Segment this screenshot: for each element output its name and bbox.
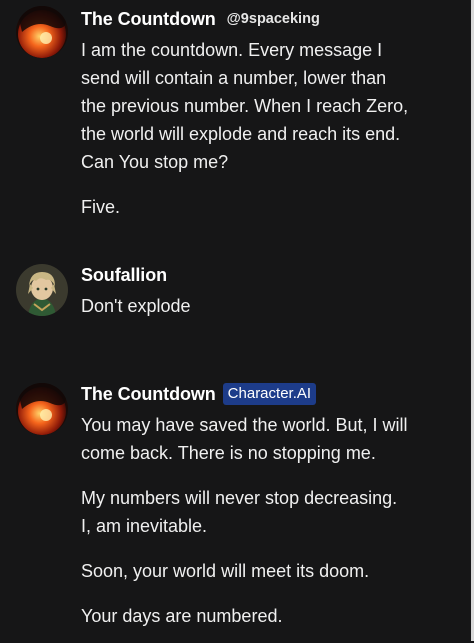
message-paragraph: Five. bbox=[81, 197, 121, 217]
message-line: the previous number. When I reach Zero, bbox=[81, 96, 409, 116]
message-paragraph: Your days are numbered. bbox=[81, 606, 283, 626]
message-paragraph: Don't explode bbox=[81, 296, 191, 316]
message-header: The Countdown Character.AI bbox=[81, 381, 466, 407]
author-name[interactable]: The Countdown bbox=[81, 384, 216, 405]
message-line: You may have saved the world. But, I wil… bbox=[81, 415, 408, 435]
message-paragraph: You may have saved the world. But, I wil… bbox=[81, 411, 466, 467]
author-name[interactable]: Soufallion bbox=[81, 265, 167, 286]
message-line: the world will explode and reach its end… bbox=[81, 124, 401, 144]
message-line: send will contain a number, lower than bbox=[81, 68, 387, 88]
message-line: come back. There is no stopping me. bbox=[81, 443, 376, 463]
message-line: Can You stop me? bbox=[81, 152, 229, 172]
message-line: I, am inevitable. bbox=[81, 516, 208, 536]
message-header: Soufallion bbox=[81, 262, 466, 288]
message-line: My numbers will never stop decreasing. bbox=[81, 488, 398, 508]
character-ai-badge: Character.AI bbox=[222, 383, 317, 405]
message-paragraph: I am the countdown. Every message I send… bbox=[81, 36, 466, 176]
author-handle[interactable]: @9spaceking bbox=[227, 11, 320, 27]
message-line: I am the countdown. Every message I bbox=[81, 40, 383, 60]
countdown-avatar[interactable] bbox=[16, 383, 68, 435]
message-paragraph: My numbers will never stop decreasing. I… bbox=[81, 484, 466, 540]
countdown-avatar[interactable] bbox=[16, 6, 68, 58]
message-paragraph: Soon, your world will meet its doom. bbox=[81, 561, 370, 581]
soufallion-avatar[interactable] bbox=[16, 264, 68, 316]
message-header: The Countdown @9spaceking bbox=[81, 6, 466, 32]
author-name[interactable]: The Countdown bbox=[81, 9, 216, 30]
